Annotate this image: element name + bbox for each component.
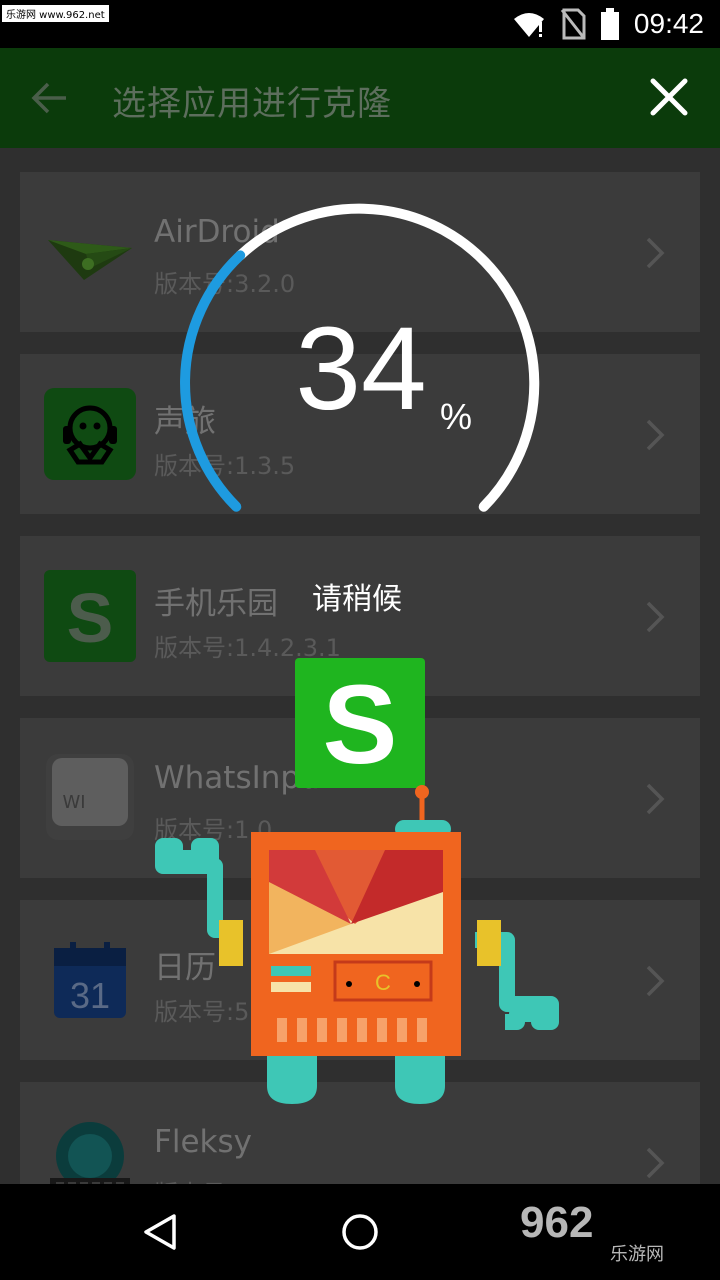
app-name: 声旅 — [154, 404, 216, 440]
battery-icon — [600, 8, 619, 40]
list-item-airdroid[interactable]: AirDroid 版本号:3.2.0 — [20, 172, 700, 332]
status-time: 09:42 — [633, 8, 704, 39]
chevron-right-icon — [646, 783, 665, 815]
list-item-shenglv[interactable]: 声旅 版本号:1.3.5 — [20, 354, 700, 514]
back-arrow-icon[interactable] — [30, 78, 70, 118]
app-version: 版本号:1.0 — [154, 816, 273, 844]
chevron-right-icon — [646, 237, 665, 269]
watermark-logo-text: 乐游网 — [610, 1244, 664, 1265]
list-item-whatsinput[interactable]: WI WhatsInput 版本号:1.0 — [20, 718, 700, 878]
fleksy-icon — [50, 1122, 130, 1184]
s-letter-icon: S — [44, 570, 136, 662]
app-version: 版本号:3.2.0 — [154, 270, 296, 298]
app-name: 手机乐园 — [154, 586, 278, 622]
app-name: AirDroid — [154, 214, 280, 250]
page-title: 选择应用进行克隆 — [112, 84, 392, 124]
chevron-right-icon — [646, 419, 665, 451]
chevron-right-icon — [646, 1147, 665, 1179]
app-name: WhatsInput — [154, 760, 332, 796]
calendar-icon: 31 — [54, 942, 126, 1018]
chevron-right-icon — [646, 601, 665, 633]
list-item-shoujileyuan[interactable]: S 手机乐园 版本号:1.4.2.3.1 — [20, 536, 700, 696]
keyboard-key-icon: WI — [46, 754, 134, 840]
list-item-calendar[interactable]: 31 日历 版本号:5... release — [20, 900, 700, 1060]
svg-text:S: S — [67, 579, 114, 657]
nav-back-icon[interactable] — [140, 1212, 180, 1252]
no-sim-icon — [560, 8, 586, 40]
app-version: 版本号:1.4.2.3.1 — [154, 634, 341, 662]
app-version: 版本号:8.2.1 — [154, 1174, 295, 1184]
app-version: 版本号:1.3.5 — [154, 452, 296, 480]
nav-home-icon[interactable] — [340, 1212, 380, 1252]
wifi-icon — [513, 13, 544, 37]
status-bar: 乐游网 www.962.net 09:42 — [0, 0, 720, 48]
close-icon[interactable] — [648, 76, 690, 118]
navigation-bar: 962 乐游网 — [0, 1184, 720, 1280]
paper-plane-icon — [48, 240, 132, 280]
app-toolbar: 选择应用进行克隆 — [0, 48, 720, 148]
chevron-right-icon — [646, 965, 665, 997]
app-name: 日历 — [154, 950, 216, 986]
keyboard-key-label: WI — [62, 792, 85, 813]
app-name: Fleksy — [154, 1124, 252, 1160]
calendar-day: 31 — [70, 975, 110, 1016]
list-item-fleksy[interactable]: Fleksy 版本号:8.2.1 — [20, 1082, 700, 1184]
watermark-logo: 962 — [520, 1198, 594, 1247]
watermark-label: 乐游网 www.962.net — [2, 5, 109, 22]
status-icons: 09:42 — [512, 0, 704, 48]
app-list[interactable]: AirDroid 版本号:3.2.0 声旅 版本号:1.3.5 S 手机乐园 版… — [0, 148, 720, 1184]
app-version: 版本号:5... release — [154, 998, 368, 1026]
headphone-ghost-icon — [44, 388, 136, 480]
